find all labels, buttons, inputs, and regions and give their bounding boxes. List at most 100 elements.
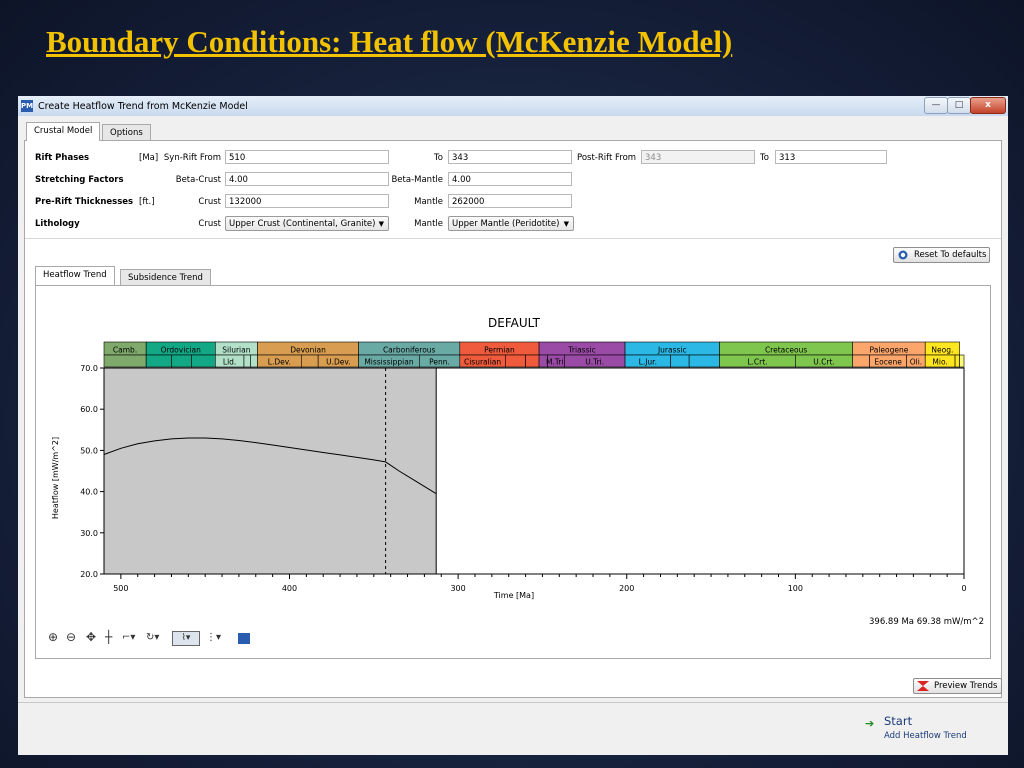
crust-lithology-select[interactable]: Upper Crust (Continental, Granite) ▼: [225, 216, 389, 231]
crosshair-icon[interactable]: ┼: [105, 630, 112, 644]
zoom-in-icon[interactable]: ⊕: [48, 630, 58, 644]
app-icon[interactable]: [238, 633, 250, 644]
subperiod-box: [505, 354, 526, 368]
rift-phases-label: Rift Phases: [35, 153, 90, 163]
reset-icon: [898, 250, 908, 260]
beta-crust-input[interactable]: 4.00: [225, 172, 389, 186]
syn-rift-from-label: Syn-Rift From: [163, 153, 221, 163]
period-label: Jurassic: [657, 346, 687, 355]
subperiod-label: L.Crt.: [747, 358, 767, 367]
subperiod-box: [688, 354, 720, 368]
subperiod-box: [191, 354, 216, 368]
arrow-right-icon: ➔: [865, 717, 875, 730]
mantle-lithology-value: Upper Mantle (Peridotite): [452, 219, 560, 229]
start-link[interactable]: Start: [884, 714, 912, 728]
dialog-window: PM Create Heatflow Trend from McKenzie M…: [18, 96, 1008, 755]
syn-rift-from-input[interactable]: 510: [225, 150, 389, 164]
y-tick-label: 50.0: [80, 446, 98, 455]
mantle-lithology-select[interactable]: Upper Mantle (Peridotite) ▼: [448, 216, 574, 231]
rift-phases-unit: [Ma]: [139, 153, 159, 163]
tab-options[interactable]: Options: [102, 124, 151, 141]
x-tick-label: 200: [619, 584, 634, 593]
post-rift-from-input: 343: [641, 150, 755, 164]
period-label: Carboniferous: [383, 346, 436, 355]
crustal-model-panel: Rift Phases [Ma] Syn-Rift From 510 To 34…: [24, 140, 1002, 698]
preview-trends-label: Preview Trends: [934, 681, 998, 691]
beta-mantle-label: Beta-Mantle: [391, 175, 443, 185]
subperiod-label: Penn.: [429, 358, 450, 367]
subperiod-label: U.Tri.: [585, 358, 604, 367]
period-label: Neog.: [931, 346, 953, 355]
minimize-button[interactable]: —: [924, 97, 948, 114]
stretching-factors-label: Stretching Factors: [35, 175, 124, 185]
chart-toolbar: ⊕ ⊖ ✥ ┼ ⌐▾ ↻▾ ⌇▾ ⋮▾: [46, 630, 286, 648]
subperiod-box: [250, 354, 258, 368]
period-label: Ordovician: [161, 346, 202, 355]
chevron-down-icon: ▼: [563, 220, 569, 228]
subperiod-box: [852, 354, 870, 368]
x-tick-label: 100: [788, 584, 803, 593]
tab-heatflow-trend[interactable]: Heatflow Trend: [35, 266, 115, 285]
start-sublabel: Add Heatflow Trend: [884, 731, 967, 741]
mantle-lithology-label: Mantle: [414, 219, 443, 229]
x-tick-label: 300: [450, 584, 465, 593]
pre-rift-thickness-unit: [ft.]: [139, 197, 155, 207]
subperiod-box: [145, 354, 172, 368]
period-label: Devonian: [290, 346, 326, 355]
subperiod-box: [171, 354, 192, 368]
crust-thickness-label: Crust: [198, 197, 221, 207]
post-rift-to-label: To: [760, 153, 769, 163]
beta-mantle-input[interactable]: 4.00: [448, 172, 572, 186]
post-rift-to-input[interactable]: 313: [775, 150, 887, 164]
period-label: Triassic: [567, 346, 595, 355]
period-label: Paleogene: [870, 346, 909, 355]
preview-trends-button[interactable]: Preview Trends: [913, 678, 1002, 694]
syn-rift-to-label: To: [434, 153, 443, 163]
app-icon: PM: [21, 100, 34, 112]
window-title: Create Heatflow Trend from McKenzie Mode…: [38, 101, 248, 112]
y-tick-label: 30.0: [80, 529, 98, 538]
lithology-label: Lithology: [35, 219, 80, 229]
subperiod-label: Oli.: [910, 358, 922, 367]
syn-rift-to-input[interactable]: 343: [448, 150, 572, 164]
annotate-icon[interactable]: ⌐▾: [122, 632, 135, 643]
window-titlebar[interactable]: PM Create Heatflow Trend from McKenzie M…: [18, 96, 1008, 116]
y-tick-label: 20.0: [80, 570, 98, 579]
preview-icon: [917, 681, 929, 691]
tab-subsidence-trend[interactable]: Subsidence Trend: [120, 269, 211, 286]
pan-icon[interactable]: ✥: [86, 630, 96, 644]
subperiod-box: [959, 354, 965, 368]
subperiod-box: [670, 354, 690, 368]
x-tick-label: 0: [961, 584, 966, 593]
slide-title: Boundary Conditions: Heat flow (McKenzie…: [46, 24, 733, 59]
mantle-thickness-label: Mantle: [414, 197, 443, 207]
x-tick-label: 500: [113, 584, 128, 593]
subperiod-label: Eocene: [874, 358, 902, 367]
zoom-out-icon[interactable]: ⊖: [66, 630, 76, 644]
x-axis-label: Time [Ma]: [493, 591, 534, 600]
period-label: Cretaceous: [765, 346, 807, 355]
period-label: Camb.: [113, 346, 137, 355]
subperiod-label: L.Jur.: [639, 358, 657, 367]
beta-crust-label: Beta-Crust: [175, 175, 221, 185]
y-tick-label: 70.0: [80, 364, 98, 373]
mantle-thickness-input[interactable]: 262000: [448, 194, 572, 208]
reset-defaults-button[interactable]: Reset To defaults: [893, 247, 990, 263]
heatflow-chart[interactable]: DEFAULT Camb. Ordovician Silurian Devonian C…: [36, 286, 990, 616]
line-style-icon[interactable]: ⌇▾: [172, 631, 200, 646]
grid-icon[interactable]: ⋮▾: [206, 632, 221, 643]
subperiod-box: [300, 354, 319, 368]
close-button[interactable]: x: [970, 97, 1006, 114]
divider: [25, 238, 1001, 239]
subperiod-label: Lld.: [223, 358, 236, 367]
crust-lithology-label: Crust: [198, 219, 221, 229]
subperiod-label: U.Dev.: [326, 358, 351, 367]
maximize-button[interactable]: □: [947, 97, 971, 114]
tab-crustal-model[interactable]: Crustal Model: [26, 122, 101, 141]
pre-rift-thickness-label: Pre-Rift Thicknesses: [35, 197, 134, 207]
crust-thickness-input[interactable]: 132000: [225, 194, 389, 208]
period-label: Silurian: [222, 346, 250, 355]
post-rift-from-label: Post-Rift From: [577, 153, 637, 163]
clear-icon[interactable]: ↻▾: [146, 632, 159, 643]
chevron-down-icon: ▼: [378, 220, 384, 228]
